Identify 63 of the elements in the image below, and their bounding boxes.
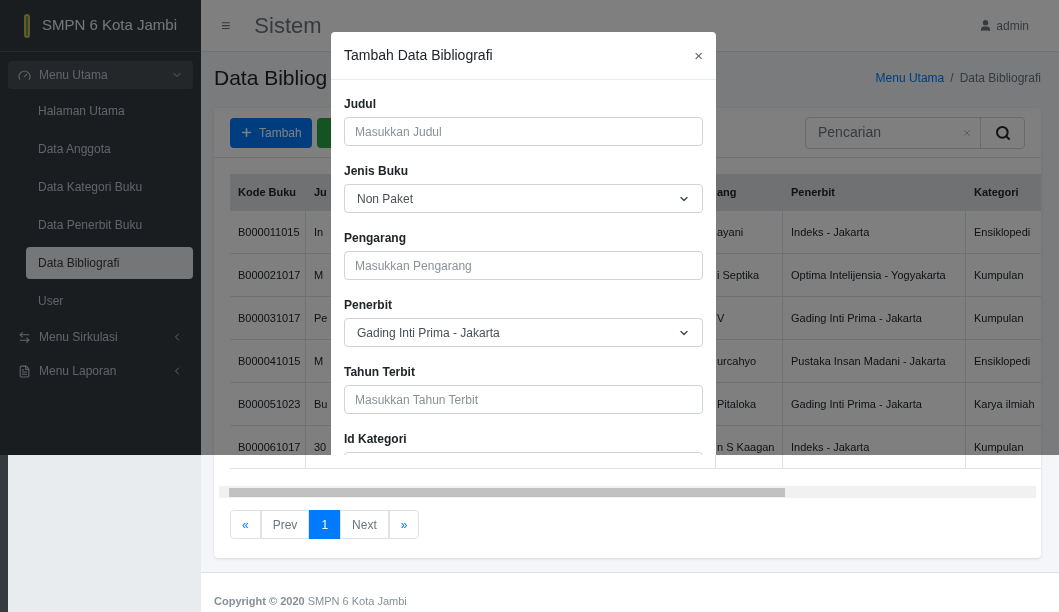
column-header: Penerbit xyxy=(783,174,966,211)
table-cell: B000031017 xyxy=(230,297,306,339)
modal-title: Tambah Data Bibliografi xyxy=(344,46,493,65)
table-cell: Kumpulan xyxy=(966,254,1041,296)
page-button[interactable]: » xyxy=(388,510,420,539)
table-cell: B000011015 xyxy=(230,211,306,253)
table-cell: Gading Inti Prima - Jakarta xyxy=(783,383,966,425)
menu-item[interactable]: Menu Sirkulasi xyxy=(8,323,193,351)
select-field[interactable]: Gading Inti Prima - Jakarta xyxy=(344,318,703,347)
user-icon xyxy=(979,19,993,32)
select-field[interactable]: Non Paket xyxy=(344,184,703,213)
page-button[interactable]: Next xyxy=(340,510,389,539)
submenu-item[interactable]: Data Bibliografi xyxy=(26,247,193,279)
column-header: Kategori xyxy=(966,174,1041,211)
submenu-item[interactable]: Data Penerbit Buku xyxy=(26,209,193,241)
field-label: Judul xyxy=(344,96,377,113)
field-label: Pengarang xyxy=(344,230,407,247)
table-cell: B000041015 xyxy=(230,340,306,382)
page-button[interactable]: 1 xyxy=(309,510,341,539)
user-name[interactable]: admin xyxy=(996,16,1029,35)
table-cell: Ensiklopedi xyxy=(966,340,1041,382)
table-cell: Indeks - Jakarta xyxy=(783,426,966,468)
brand-name[interactable]: SMPN 6 Kota Jambi xyxy=(41,14,177,37)
submenu-item[interactable]: Data Kategori Buku xyxy=(26,171,193,203)
page-button[interactable]: « xyxy=(230,510,261,539)
menu-item[interactable]: Menu Laporan xyxy=(8,357,193,385)
breadcrumb-current: Data Bibliografi xyxy=(959,70,1041,87)
table-cell: Gading Inti Prima - Jakarta xyxy=(783,297,966,339)
plus-icon xyxy=(240,126,253,139)
table-cell: Optima Intelijensia - Yogyakarta xyxy=(783,254,966,296)
menu-icon[interactable]: ≡ xyxy=(221,13,231,38)
table-cell: B000021017 xyxy=(230,254,306,296)
field-label: Id Kategori xyxy=(344,431,408,448)
table-cell: Indeks - Jakarta xyxy=(783,211,966,253)
table-cell: B000051023 xyxy=(230,383,306,425)
logo-icon xyxy=(24,13,30,38)
app-title: Sistem xyxy=(254,12,322,40)
table-cell: B000061017 xyxy=(230,426,306,468)
clear-icon[interactable] xyxy=(962,127,972,138)
search-icon[interactable] xyxy=(994,124,1011,141)
submenu-item[interactable]: Data Anggota xyxy=(26,133,193,165)
field-label: Penerbit xyxy=(344,297,393,314)
page-button[interactable]: Prev xyxy=(260,510,310,539)
table-cell: Karya ilmiah xyxy=(966,383,1041,425)
field-label: Tahun Terbit xyxy=(344,364,416,381)
submenu-item[interactable]: Halaman Utama xyxy=(26,95,193,127)
table-cell: Ensiklopedi xyxy=(966,211,1041,253)
input-field[interactable]: Masukkan Tahun Terbit xyxy=(344,385,703,414)
table-cell: Pustaka Insan Madani - Jakarta xyxy=(783,340,966,382)
input-field[interactable]: Masukkan Judul xyxy=(344,117,703,146)
horizontal-scrollbar[interactable] xyxy=(219,486,1036,498)
footer-text: Copyright © 2020 SMPN 6 Kota Jambi xyxy=(214,595,407,607)
breadcrumb-separator: / xyxy=(950,70,954,87)
submenu-item[interactable]: User xyxy=(26,285,193,317)
search-field[interactable]: Pencarian xyxy=(805,116,1025,149)
column-header: Kode Buku xyxy=(230,174,306,211)
add-button[interactable]: Tambah xyxy=(230,117,312,148)
breadcrumb-link[interactable]: Menu Utama xyxy=(875,69,945,87)
close-button[interactable]: × xyxy=(694,48,703,63)
table-cell: Kumpulan xyxy=(966,426,1041,468)
table-cell: Kumpulan xyxy=(966,297,1041,339)
page-heading: Data Bibliog xyxy=(214,65,328,92)
input-field[interactable]: Masukkan Pengarang xyxy=(344,251,703,280)
